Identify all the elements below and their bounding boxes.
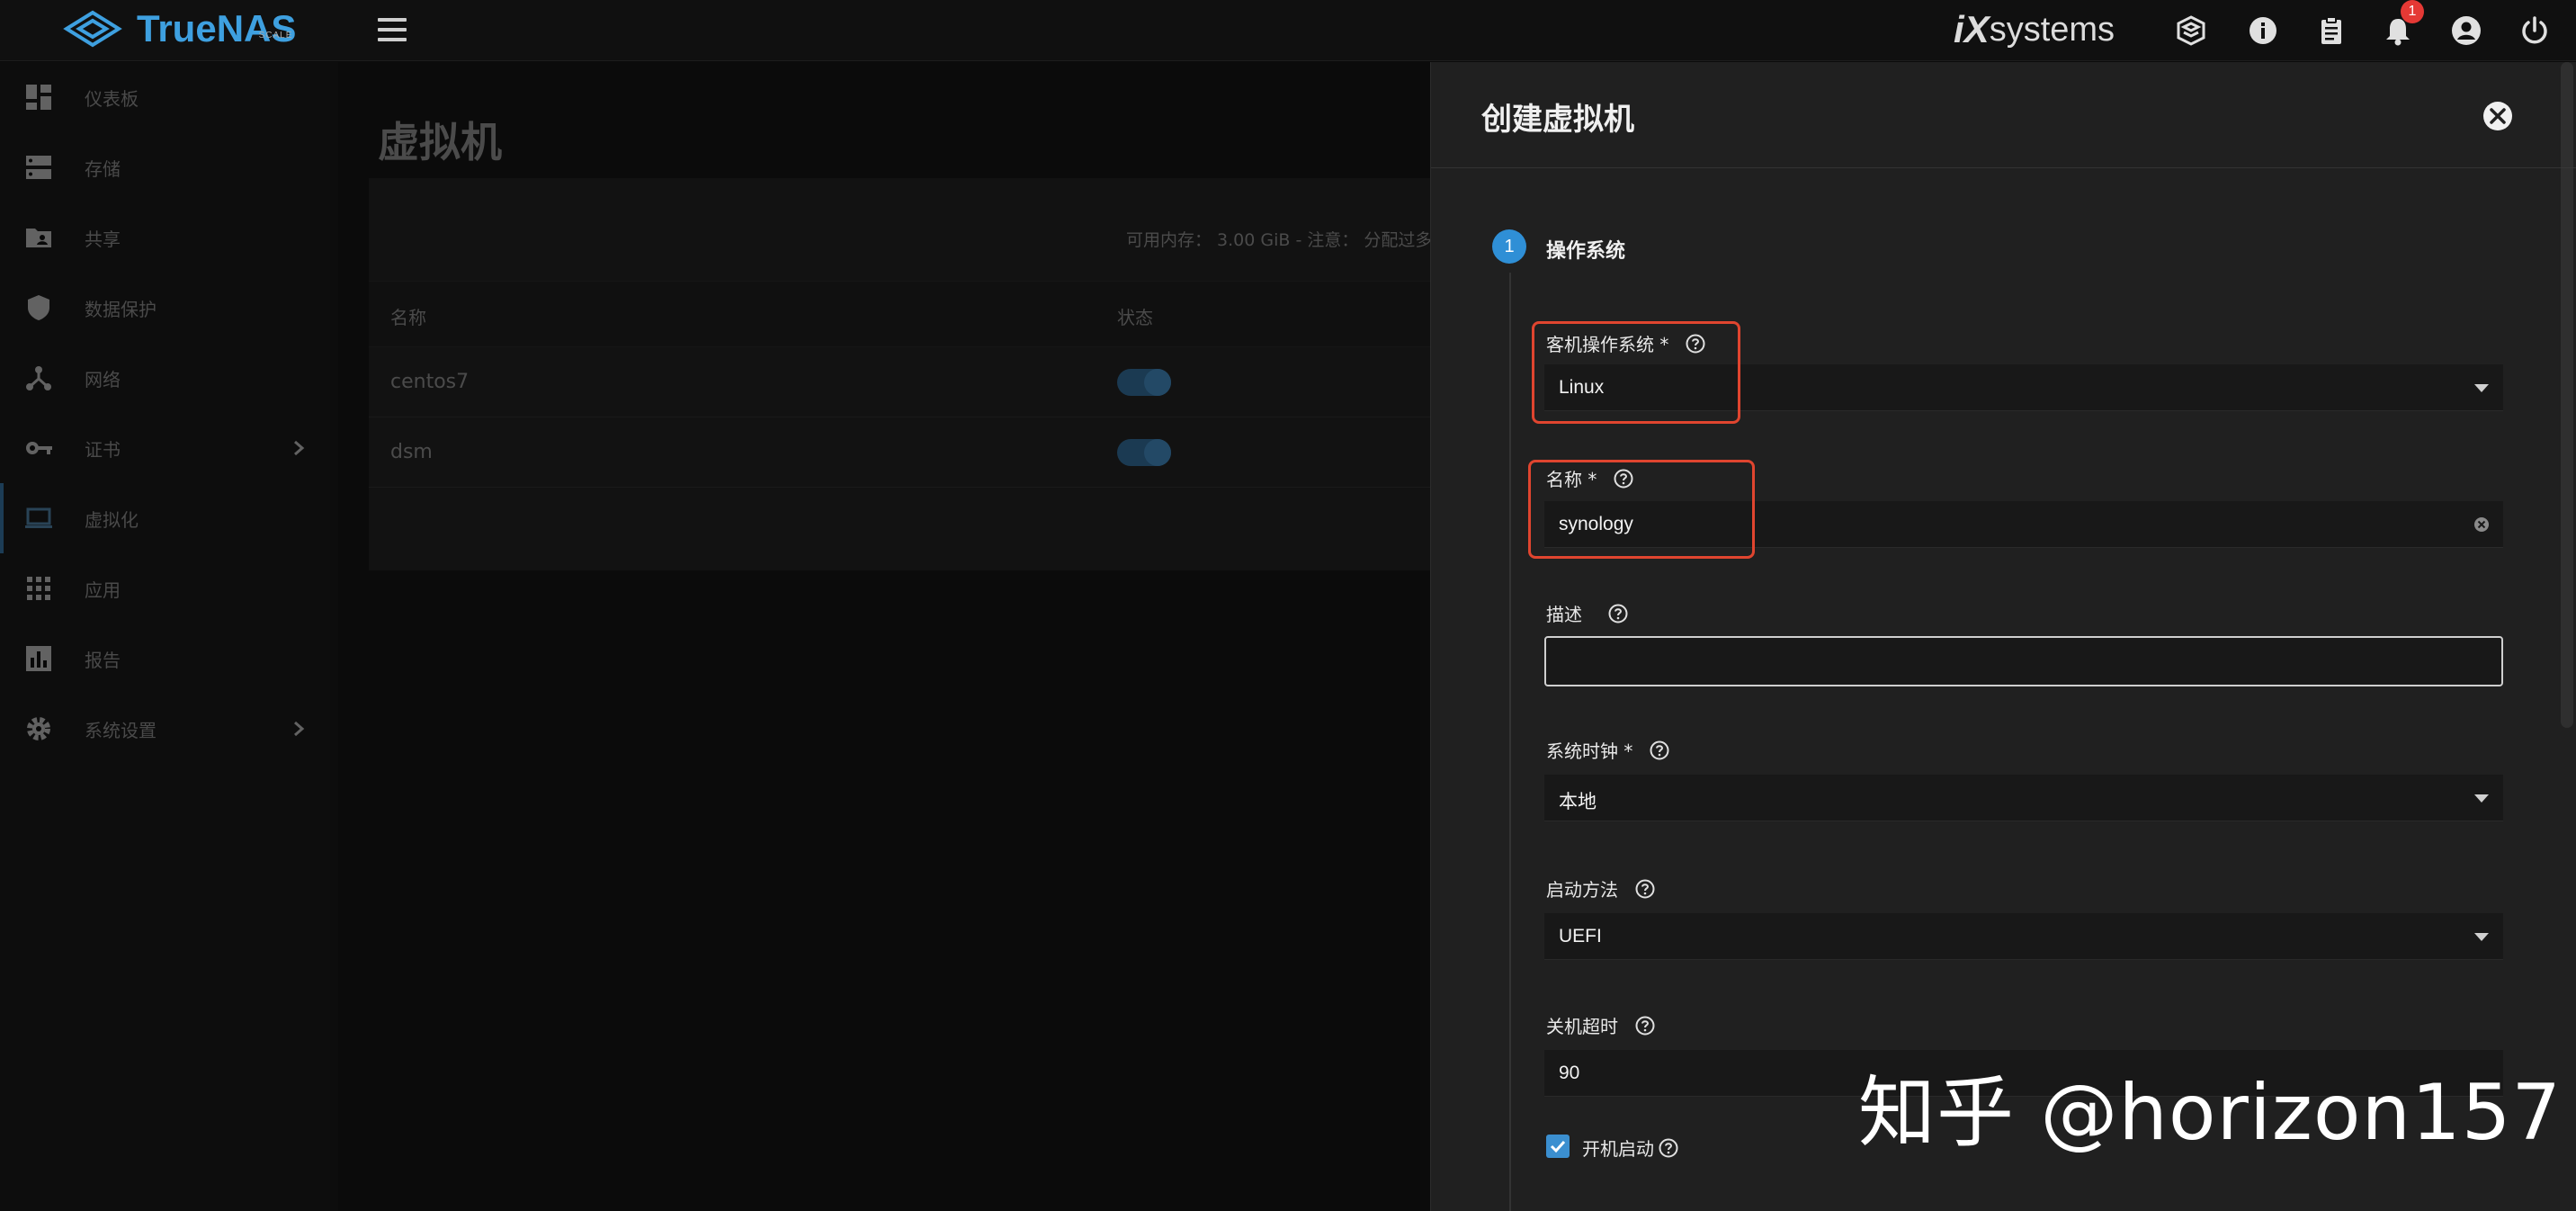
sidebar-item-label: 存储 xyxy=(85,157,121,180)
help-icon[interactable] xyxy=(1658,1137,1679,1159)
shield-icon xyxy=(28,295,49,320)
clear-icon[interactable] xyxy=(2473,516,2491,534)
account-icon[interactable] xyxy=(2446,11,2486,50)
ix-logo-mark: iX xyxy=(1954,8,1990,50)
ix-logo-text: systems xyxy=(1989,10,2115,49)
panel-scrollbar[interactable] xyxy=(2561,62,2573,728)
sidebar-item-label: 应用 xyxy=(85,579,121,601)
shutdown-timeout-value: 90 xyxy=(1559,1063,1580,1083)
table-row[interactable]: dsm xyxy=(369,417,1430,488)
description-label: 描述 xyxy=(1546,600,1629,626)
available-memory-text: 可用内存： 3.00 GiB - 注意： 分配过多 xyxy=(1126,230,1433,250)
panel-title: 创建虚拟机 xyxy=(1481,102,1634,138)
chevron-down-icon xyxy=(2474,933,2489,941)
storage-icon xyxy=(26,156,51,179)
sidebar-item-system-settings[interactable]: 系统设置 xyxy=(0,694,338,764)
sidebar-item-data-protection[interactable]: 数据保护 xyxy=(0,273,338,343)
create-vm-panel: 创建虚拟机 1 操作系统 客机操作系统 * Linux 名称 * synolog… xyxy=(1430,62,2576,1211)
sidebar-item-label: 系统设置 xyxy=(85,719,157,741)
sidebar-item-dashboard[interactable]: 仪表板 xyxy=(0,62,338,132)
network-icon xyxy=(26,366,51,390)
sidebar: 仪表板 存储 共享 数据保护 网络 证书 虚拟化 应用 报告 系统设置 xyxy=(0,62,338,1211)
chevron-down-icon xyxy=(2474,384,2489,392)
description-input[interactable] xyxy=(1544,636,2503,686)
help-icon[interactable] xyxy=(1607,603,1629,624)
shutdown-timeout-label: 关机超时 xyxy=(1546,1012,1656,1038)
help-icon[interactable] xyxy=(1649,740,1670,761)
sidebar-item-label: 共享 xyxy=(85,228,121,250)
notification-badge: 1 xyxy=(2401,0,2424,23)
boot-method-value: UEFI xyxy=(1559,926,1602,946)
stepper-line xyxy=(1509,273,1511,1211)
sidebar-item-label: 报告 xyxy=(85,649,121,671)
vm-name: centos7 xyxy=(390,371,470,393)
logo-text: TrueNAS SCALE xyxy=(137,8,296,49)
sidebar-item-label: 虚拟化 xyxy=(85,508,139,531)
sidebar-item-label: 数据保护 xyxy=(85,298,157,320)
step-label[interactable]: 操作系统 xyxy=(1546,235,1625,264)
boot-method-select[interactable]: UEFI xyxy=(1544,913,2503,960)
gear-icon xyxy=(27,717,50,740)
truenas-logo[interactable]: TrueNAS SCALE xyxy=(59,4,296,54)
dashboard-icon xyxy=(26,85,51,110)
sidebar-item-shares[interactable]: 共享 xyxy=(0,202,338,273)
watermark: 知乎 @horizon157 xyxy=(1858,1068,2563,1158)
clipboard-icon[interactable] xyxy=(2312,11,2351,50)
truecommand-icon[interactable] xyxy=(2171,11,2211,50)
panel-header: 创建虚拟机 xyxy=(1431,62,2576,168)
column-header-name[interactable]: 名称 xyxy=(390,303,426,329)
start-on-boot-label-text: 开机启动 xyxy=(1582,1138,1654,1160)
page-title: 虚拟机 xyxy=(378,118,502,166)
sidebar-item-certificates[interactable]: 证书 xyxy=(0,413,338,483)
vm-state-toggle[interactable] xyxy=(1117,439,1171,466)
start-on-boot-checkbox[interactable] xyxy=(1546,1135,1570,1158)
sidebar-item-label: 网络 xyxy=(85,368,121,390)
chevron-down-icon xyxy=(2474,794,2489,803)
vm-state-toggle[interactable] xyxy=(1117,369,1171,396)
close-icon[interactable] xyxy=(2480,98,2516,134)
truenas-logo-icon xyxy=(63,10,122,48)
table-row[interactable]: centos7 xyxy=(369,347,1430,417)
bar-chart-icon xyxy=(26,646,51,671)
step-number[interactable]: 1 xyxy=(1492,229,1526,264)
key-icon xyxy=(26,442,52,454)
table-header: 名称 状态 xyxy=(369,281,1430,347)
chevron-right-icon xyxy=(294,440,305,456)
boot-method-label-text: 启动方法 xyxy=(1546,879,1618,901)
top-bar: TrueNAS SCALE iX systems 1 xyxy=(0,0,2576,61)
sidebar-item-label: 仪表板 xyxy=(85,87,139,110)
apps-grid-icon xyxy=(27,577,50,600)
laptop-icon xyxy=(25,507,52,528)
logo-subtext: SCALE xyxy=(258,31,293,40)
system-clock-label-text: 系统时钟 * xyxy=(1546,740,1633,762)
highlight-box-guest-os xyxy=(1532,321,1740,424)
help-icon[interactable] xyxy=(1634,878,1656,900)
sidebar-item-reports[interactable]: 报告 xyxy=(0,623,338,694)
chevron-right-icon xyxy=(294,721,305,737)
vm-name: dsm xyxy=(390,441,433,463)
system-clock-select[interactable]: 本地 xyxy=(1544,775,2503,821)
system-clock-label: 系统时钟 * xyxy=(1546,737,1670,763)
column-header-state[interactable]: 状态 xyxy=(1117,303,1153,329)
power-icon[interactable] xyxy=(2515,11,2554,50)
system-clock-value: 本地 xyxy=(1559,792,1597,812)
ixsystems-logo[interactable]: iX systems xyxy=(1954,7,2115,52)
sidebar-item-virtualization[interactable]: 虚拟化 xyxy=(0,483,338,553)
sidebar-item-apps[interactable]: 应用 xyxy=(0,553,338,623)
highlight-box-name xyxy=(1528,460,1755,559)
shutdown-timeout-label-text: 关机超时 xyxy=(1546,1016,1618,1037)
help-icon[interactable] xyxy=(1634,1015,1656,1036)
folder-share-icon xyxy=(26,229,51,247)
start-on-boot-label[interactable]: 开机启动 xyxy=(1582,1135,1679,1161)
sidebar-item-network[interactable]: 网络 xyxy=(0,343,338,413)
check-icon xyxy=(1550,1140,1566,1153)
info-icon[interactable] xyxy=(2243,11,2283,50)
menu-toggle-icon[interactable] xyxy=(378,18,407,43)
boot-method-label: 启动方法 xyxy=(1546,875,1656,902)
description-label-text: 描述 xyxy=(1546,604,1582,625)
sidebar-item-label: 证书 xyxy=(85,438,121,461)
sidebar-item-storage[interactable]: 存储 xyxy=(0,132,338,202)
